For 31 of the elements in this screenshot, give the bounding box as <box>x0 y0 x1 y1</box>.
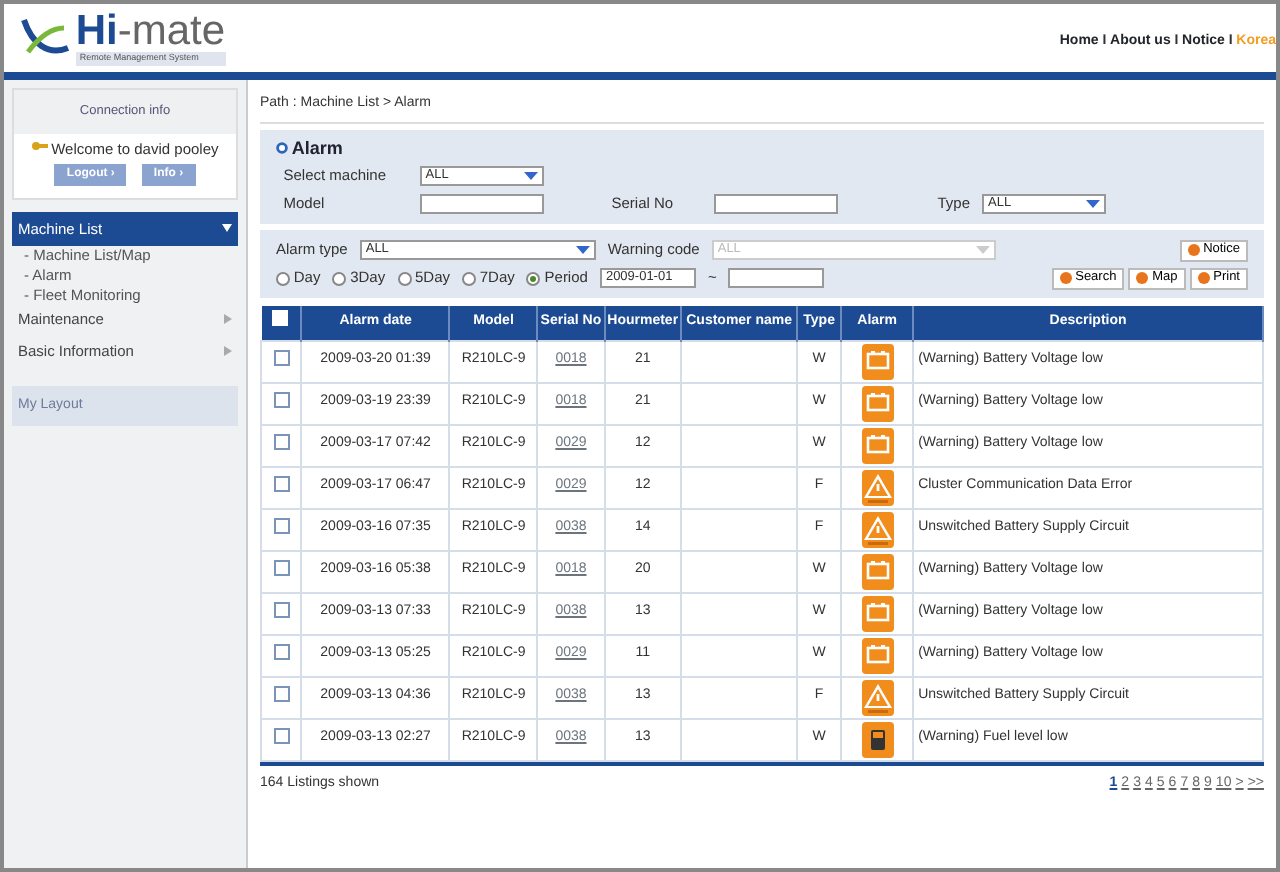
battery-icon <box>861 427 894 463</box>
input-field[interactable] <box>419 194 544 214</box>
row-checkbox[interactable] <box>273 686 290 703</box>
caret-icon[interactable] <box>523 170 538 182</box>
row-checkbox[interactable] <box>273 518 290 535</box>
logo-text: Hi-mate <box>75 10 226 53</box>
panel-title: Alarm <box>291 135 343 161</box>
warning-icon <box>861 469 894 505</box>
caret-icon[interactable] <box>575 244 590 256</box>
bullet-icon <box>276 142 288 155</box>
warning-icon <box>861 679 894 715</box>
row-checkbox[interactable] <box>273 560 290 577</box>
key-icon <box>31 139 48 152</box>
caret-icon[interactable] <box>1086 198 1101 210</box>
select-all-checkbox[interactable] <box>272 310 289 326</box>
row-checkbox[interactable] <box>273 476 290 493</box>
battery-icon <box>861 385 894 421</box>
battery-icon <box>861 595 894 631</box>
warning-icon <box>861 511 894 547</box>
row-checkbox[interactable] <box>273 392 290 409</box>
fuel-icon <box>861 721 894 757</box>
battery-icon <box>861 553 894 589</box>
battery-icon <box>861 343 894 379</box>
input-field[interactable] <box>728 268 825 288</box>
input-field[interactable] <box>713 194 838 214</box>
row-checkbox[interactable] <box>273 644 290 661</box>
row-checkbox[interactable] <box>273 602 290 619</box>
row-checkbox[interactable] <box>273 728 290 745</box>
row-checkbox[interactable] <box>273 350 290 367</box>
row-checkbox[interactable] <box>273 434 290 451</box>
battery-icon <box>861 637 894 673</box>
